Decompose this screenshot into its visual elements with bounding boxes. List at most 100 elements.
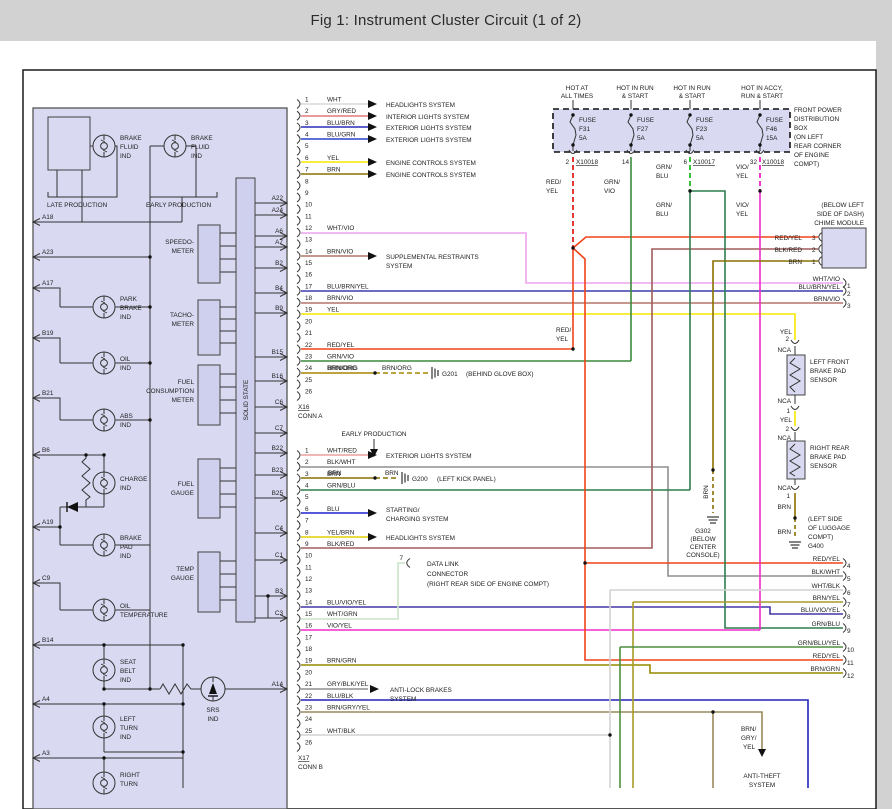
label: SYSTEM xyxy=(386,263,412,270)
label: BRN xyxy=(789,259,803,266)
label: 32 xyxy=(750,159,758,166)
label: C6 xyxy=(275,399,284,406)
label: YEL xyxy=(736,211,749,218)
label: FUSE xyxy=(637,117,654,124)
label: SOLID STATE xyxy=(243,380,250,421)
pin-number: 20 xyxy=(305,669,313,676)
edge-pin-number: 12 xyxy=(847,673,855,680)
pin-number: 5 xyxy=(305,143,309,150)
label: A7 xyxy=(275,239,283,246)
wire-color-label: BLK/WHT xyxy=(327,459,356,466)
label: RED/ xyxy=(546,179,561,186)
label: TACHO- xyxy=(170,312,194,319)
label: IND xyxy=(120,365,131,372)
pin-number: 9 xyxy=(305,190,309,197)
pin-number: 16 xyxy=(305,272,313,279)
junction-dot xyxy=(711,710,715,714)
label: FUSE xyxy=(696,117,713,124)
brake-pad-ind-lamp xyxy=(92,533,116,557)
label: (BELOW LEFT xyxy=(821,202,864,209)
label: A18 xyxy=(42,214,54,221)
pin-number: 23 xyxy=(305,704,313,711)
pin-number: 2 xyxy=(305,459,309,466)
label: LEFT FRONT xyxy=(810,359,849,366)
wire-color-label: WHT xyxy=(327,97,342,104)
edge-pin-number: 11 xyxy=(847,660,854,667)
label: TEMPERATURE xyxy=(120,612,168,619)
junction-dot xyxy=(102,756,106,760)
label: IND xyxy=(191,153,202,160)
label: CENTER xyxy=(690,544,717,551)
label: VIO/ xyxy=(736,202,749,209)
label: B21 xyxy=(42,390,54,397)
seat-belt-ind-lamp xyxy=(92,658,116,682)
label: PAD xyxy=(120,544,133,551)
label: IND xyxy=(207,716,218,723)
junction-dot xyxy=(793,516,797,520)
label: 5A xyxy=(637,135,646,142)
pin-number: 18 xyxy=(305,646,313,653)
junction-dot xyxy=(148,361,152,365)
connector-label: CONN B xyxy=(298,764,323,771)
junction-dot xyxy=(148,687,152,691)
wire-color-label: WHT/VIO xyxy=(327,225,354,232)
label: SEAT xyxy=(120,659,136,666)
pin-number: 3 xyxy=(305,471,309,478)
wire-color-label: YEL/BRN xyxy=(327,529,355,536)
label: 2 xyxy=(565,159,569,166)
edge-pin-number: 7 xyxy=(847,602,851,609)
label: TURN xyxy=(120,725,138,732)
label: YEL xyxy=(556,336,569,343)
label: A19 xyxy=(42,519,54,526)
label: GRN/ xyxy=(656,202,672,209)
label: BRN/ORG xyxy=(382,365,412,372)
fuel-gauge-box xyxy=(197,458,221,519)
pin-number: 25 xyxy=(305,728,313,735)
pin-number: 13 xyxy=(305,588,313,595)
junction-dot xyxy=(373,371,377,375)
label: OIL xyxy=(120,603,131,610)
label: INTERIOR LIGHTS SYSTEM xyxy=(386,114,469,121)
label: 1 xyxy=(812,259,816,266)
label: HOT IN RUN xyxy=(616,85,654,92)
park-brake-ind-lamp xyxy=(92,295,116,319)
wire-color-label: GRN/BLU/YEL xyxy=(798,640,841,647)
junction-dot xyxy=(571,143,575,147)
label: SRS xyxy=(206,707,219,714)
label: YEL xyxy=(736,173,749,180)
label: GRN/ xyxy=(604,179,620,186)
brake-fluid-ind-lamp xyxy=(163,134,187,158)
label: REAR CORNER xyxy=(794,143,842,150)
label: 14 xyxy=(622,159,630,166)
label: BLU xyxy=(656,173,669,180)
junction-dot xyxy=(608,733,612,737)
label: SYSTEM xyxy=(390,696,416,703)
label: HOT AT xyxy=(566,85,589,92)
wire-color-label: BRN/VIO xyxy=(327,295,353,302)
pin-number: 26 xyxy=(305,740,313,747)
edge-pin-number: 2 xyxy=(847,291,851,298)
wire-color-label: BLU/BRN/YEL xyxy=(798,284,840,291)
wire-color-label: BLK/WHT xyxy=(812,569,841,576)
label: A3 xyxy=(42,750,50,757)
label: X10017 xyxy=(693,159,715,166)
label: FUSE xyxy=(766,117,783,124)
junction-dot xyxy=(373,476,377,480)
label: ABS xyxy=(120,413,133,420)
label: (RIGHT REAR SIDE OF ENGINE COMPT) xyxy=(427,581,549,588)
label: CONSUMPTION xyxy=(146,388,194,395)
label: DISTRIBUTION xyxy=(794,116,839,123)
pin-number: 3 xyxy=(305,120,309,127)
pin-number: 21 xyxy=(305,330,313,337)
pin-number: 10 xyxy=(305,202,313,209)
pin-number: 15 xyxy=(305,611,313,618)
wire-color-label: BLU/BLK xyxy=(327,693,354,700)
label: LEFT xyxy=(120,716,136,723)
wire-color-label: BLU/GRN xyxy=(327,132,356,139)
label: BRN xyxy=(703,485,710,499)
label: BRN xyxy=(328,470,342,477)
label: C7 xyxy=(275,425,284,432)
label: BRAKE xyxy=(191,135,213,142)
pin-number: 11 xyxy=(305,213,312,220)
label: 7 xyxy=(399,555,403,562)
